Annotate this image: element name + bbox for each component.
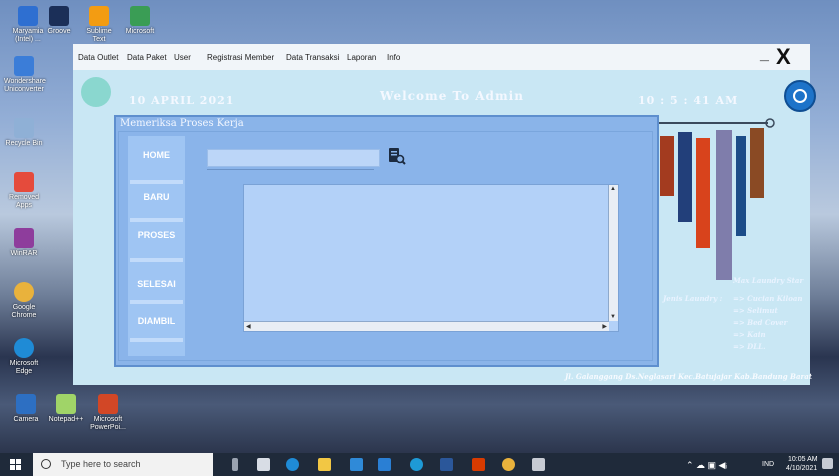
nav-divider	[130, 300, 183, 304]
clock-time[interactable]: 10:05 AM	[788, 456, 818, 463]
powerpoint-icon	[98, 394, 118, 414]
menu-laporan[interactable]: Laporan	[347, 53, 376, 62]
menu-bar: Data Outlet Data Paket User Registrasi M…	[73, 44, 810, 70]
store-icon[interactable]	[350, 458, 363, 471]
office-icon[interactable]	[472, 458, 485, 471]
app-icon	[89, 6, 109, 26]
app-icon	[14, 172, 34, 192]
chrome-taskbar-icon[interactable]	[502, 458, 515, 471]
result-list[interactable]: ▲ ▼ ◀ ▶	[243, 184, 619, 332]
clock-date[interactable]: 4/10/2021	[786, 465, 817, 472]
close-button[interactable]: X	[776, 44, 791, 70]
winrar-icon	[14, 228, 34, 248]
nav-diambil[interactable]: DIAMBIL	[128, 316, 185, 326]
notification-icon[interactable]	[822, 458, 833, 469]
scroll-right-icon[interactable]: ▶	[602, 323, 607, 330]
file-explorer-icon[interactable]	[318, 458, 331, 471]
header-date: 10 APRIL 2021	[129, 94, 235, 107]
search-underline	[207, 169, 374, 170]
menu-data-transaksi[interactable]: Data Transaksi	[286, 53, 339, 62]
scroll-left-icon[interactable]: ◀	[246, 323, 251, 330]
app-icon	[14, 56, 34, 76]
address-text: Jl. Galanggang Ds.Neglasari Kec.Batujaja…	[565, 372, 812, 381]
header-welcome: Welcome To Admin	[380, 89, 524, 103]
notepad-icon	[56, 394, 76, 414]
taskbar-search-placeholder: Type here to search	[61, 459, 141, 469]
search-circle-icon	[41, 459, 51, 469]
app-icon	[130, 6, 150, 26]
jenis-laundry-label: Jenis Laundry :	[663, 294, 723, 303]
clothes-rack-image	[658, 118, 775, 280]
taskbar: Type here to search ⌃ ☁ ▣ ◀ᵢ IND 10:05 A…	[0, 453, 839, 476]
search-document-icon[interactable]	[388, 147, 406, 165]
camera-icon	[16, 394, 36, 414]
taskbar-search[interactable]: Type here to search	[33, 453, 213, 476]
scroll-down-icon[interactable]: ▼	[610, 314, 616, 320]
proses-kerja-dialog: Memeriksa Proses Kerja HOME BARU PROSES …	[114, 115, 659, 367]
app-taskbar-icon[interactable]	[532, 458, 545, 471]
menu-data-paket[interactable]: Data Paket	[127, 53, 167, 62]
browser-icon[interactable]	[410, 458, 423, 471]
vertical-scrollbar[interactable]: ▲ ▼	[608, 185, 618, 321]
dialog-body: HOME BARU PROSES SELESAI DIAMBIL ▲ ▼ ◀ ▶	[118, 131, 653, 361]
nav-divider	[130, 180, 183, 184]
nav-divider	[130, 258, 183, 262]
desktop-icon-12[interactable]: Microsoft PowerPoi...	[88, 394, 128, 432]
nav-divider	[130, 218, 183, 222]
desktop-icon-9[interactable]: Microsoft Edge	[4, 338, 44, 376]
app-icon	[18, 6, 38, 26]
jenis-item: => DLL.	[733, 342, 766, 351]
horizontal-scrollbar[interactable]: ◀ ▶	[244, 321, 609, 331]
windows-start-icon[interactable]	[10, 459, 22, 471]
search-input[interactable]	[207, 149, 380, 167]
desktop-icon-10[interactable]: Camera	[6, 394, 46, 424]
menu-info[interactable]: Info	[387, 53, 400, 62]
menu-user[interactable]: User	[174, 53, 191, 62]
desktop-icon-7[interactable]: WinRAR	[4, 228, 44, 258]
nav-home[interactable]: HOME	[128, 150, 185, 160]
menu-registrasi-member[interactable]: Registrasi Member	[207, 53, 274, 62]
scroll-up-icon[interactable]: ▲	[610, 186, 616, 192]
desktop-icon-1[interactable]: Groove	[42, 6, 76, 36]
desktop-icon-6[interactable]: Removed Apps	[4, 172, 44, 210]
recycle-bin-icon	[14, 118, 34, 138]
minimize-button[interactable]: _	[760, 46, 769, 64]
nav-divider	[130, 338, 183, 342]
nav-selesai[interactable]: SELESAI	[128, 279, 185, 289]
edge-taskbar-icon[interactable]	[286, 458, 299, 471]
desktop-icon-4[interactable]: Wondershare Uniconverter	[4, 56, 46, 94]
mic-icon[interactable]	[232, 458, 238, 471]
app-icon	[49, 6, 69, 26]
side-nav: HOME BARU PROSES SELESAI DIAMBIL	[128, 136, 185, 356]
jenis-item: => Bed Cover	[733, 318, 788, 327]
menu-data-outlet[interactable]: Data Outlet	[78, 53, 118, 62]
header-time: 10 : 5 : 41 AM	[638, 94, 739, 107]
nav-baru[interactable]: BARU	[128, 192, 185, 202]
language-indicator[interactable]: IND	[762, 461, 774, 468]
nav-proses[interactable]: PROSES	[128, 230, 185, 240]
laundry-logo	[81, 77, 111, 107]
desktop-icon-8[interactable]: Google Chrome	[4, 282, 44, 320]
desktop-icon-2[interactable]: Sublime Text	[80, 6, 118, 44]
desktop-icon-3[interactable]: Microsoft	[118, 6, 162, 36]
clock-icon	[784, 80, 816, 112]
network-icon[interactable]: ⌃ ☁ ▣ ◀ᵢ	[686, 460, 727, 471]
word-icon[interactable]	[440, 458, 453, 471]
desktop-icon-5[interactable]: Recycle Bin	[4, 118, 44, 148]
store-name: Max Laundry Star	[733, 276, 804, 285]
desktop-icon-11[interactable]: Notepad++	[46, 394, 86, 424]
jenis-item: => Kain	[733, 330, 766, 339]
task-view-icon[interactable]	[257, 458, 270, 471]
chrome-icon	[14, 282, 34, 302]
edge-icon	[14, 338, 34, 358]
dialog-title: Memeriksa Proses Kerja	[120, 118, 244, 129]
jenis-item: => Cucian Kiloan	[733, 294, 803, 303]
mail-icon[interactable]	[378, 458, 391, 471]
jenis-item: => Selimut	[733, 306, 778, 315]
